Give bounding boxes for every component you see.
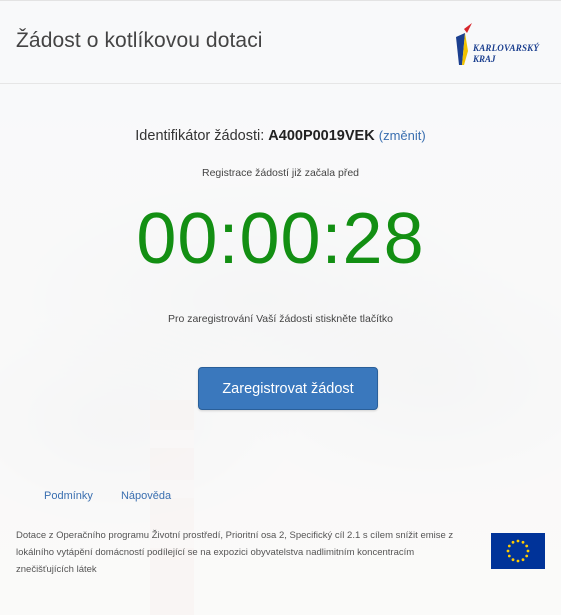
register-hint-text: Pro zaregistrování Vaší žádosti stisknět…: [167, 313, 394, 325]
footer-link-conditions[interactable]: Podmínky: [44, 490, 93, 502]
header: Žádost o kotlíkovou dotaci KARLOVARSKÝ K…: [0, 1, 561, 84]
change-id-link[interactable]: (změnit): [379, 128, 426, 143]
footer-funding-text: Dotace z Operačního programu Životní pro…: [16, 530, 454, 575]
footer-link-help[interactable]: Nápověda: [121, 490, 171, 502]
register-application-button[interactable]: Zaregistrovat žádost: [198, 367, 378, 410]
karlovarsky-kraj-logo: KARLOVARSKÝ KRAJ: [452, 21, 561, 71]
change-id-link-text[interactable]: změnit: [383, 128, 421, 143]
logo-text-line2: KRAJ: [473, 54, 496, 64]
application-id-row: Identifikátor žádosti: A400P0019VEK (změ…: [0, 128, 561, 144]
eu-stars-icon: [506, 539, 530, 563]
logo-text-line1: KARLOVARSKÝ: [473, 43, 540, 53]
application-id-value: A400P0019VEK: [268, 128, 375, 144]
eu-flag-icon: [491, 533, 545, 569]
countdown-timer: 00:00:28: [136, 199, 425, 279]
application-panel: Žádost o kotlíkovou dotaci KARLOVARSKÝ K…: [0, 0, 561, 615]
application-id-label: Identifikátor žádosti:: [135, 128, 265, 144]
page: Žádost o kotlíkovou dotaci KARLOVARSKÝ K…: [0, 0, 561, 615]
page-title: Žádost o kotlíkovou dotaci: [16, 29, 263, 52]
footer-links: Podmínky Nápověda: [44, 490, 196, 502]
registration-started-text: Registrace žádostí již začala před: [202, 167, 359, 179]
